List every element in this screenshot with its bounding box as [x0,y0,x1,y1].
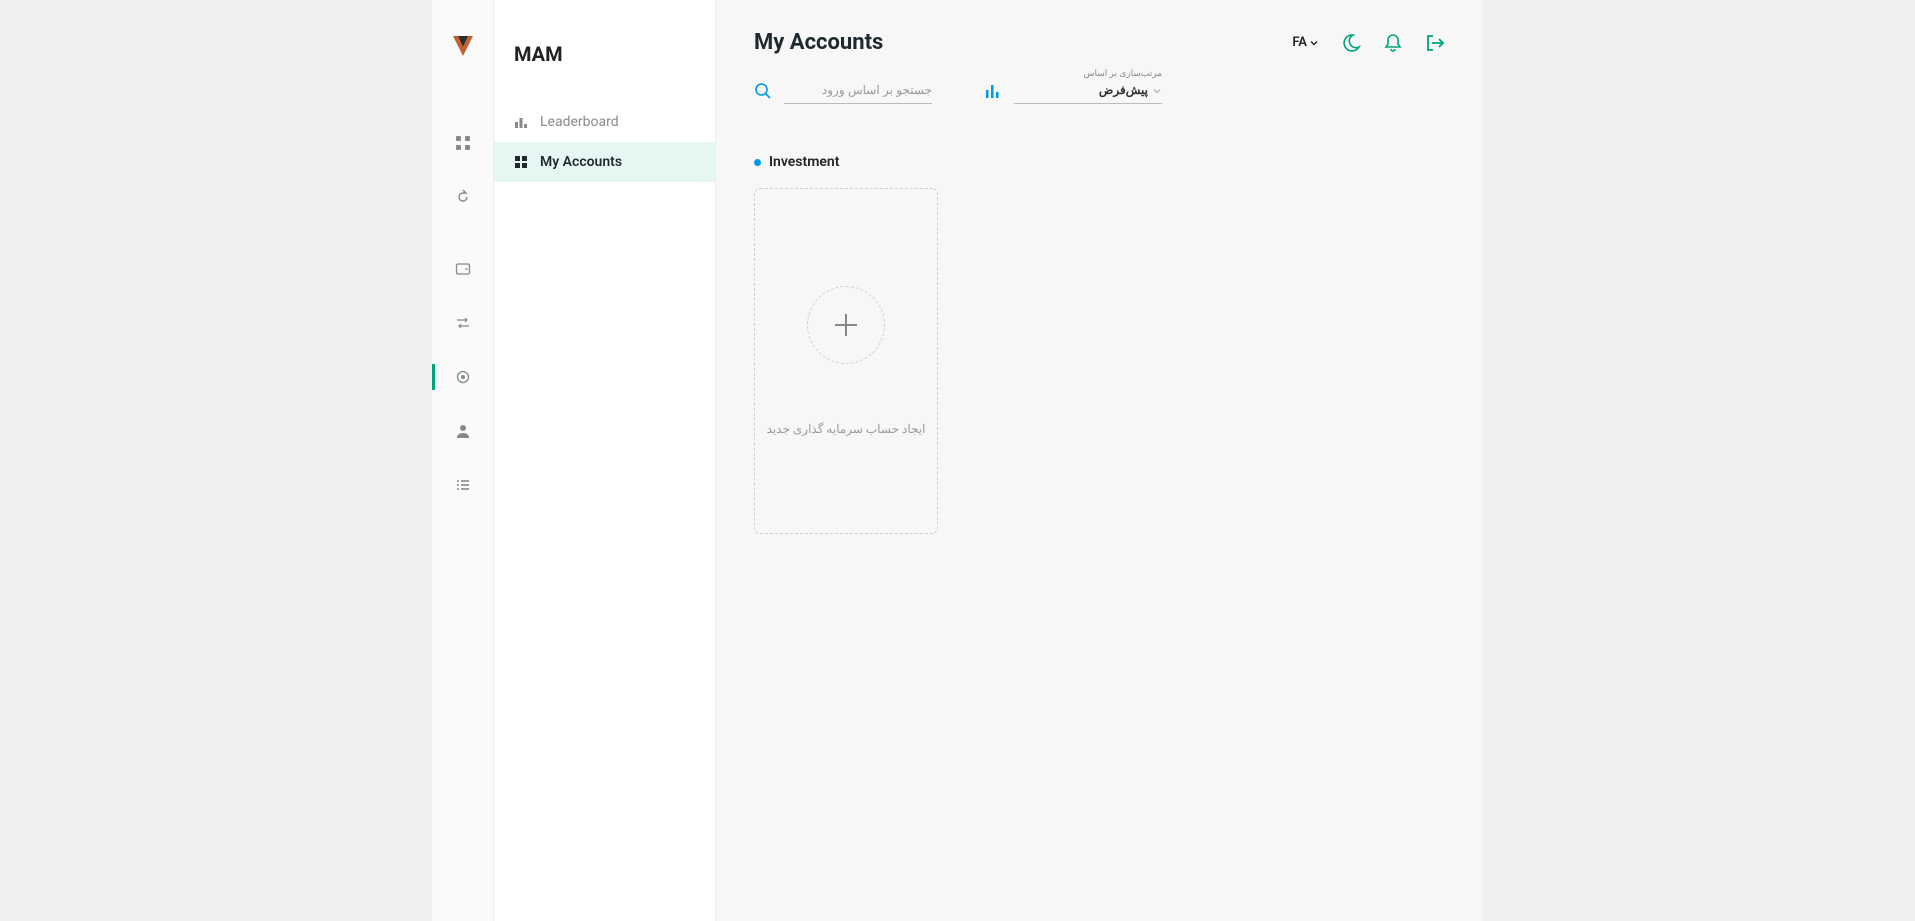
top-actions: FA [1292,33,1445,53]
moon-icon[interactable] [1341,33,1361,53]
sidebar-item-label: My Accounts [540,154,622,170]
grid-icon [455,135,471,151]
plus-circle [807,286,885,364]
icon-rail [432,0,494,921]
main-content: My Accounts FA مرتب‌سا [716,0,1483,921]
language-switcher[interactable]: FA [1292,35,1319,50]
rail-item-transfer[interactable] [432,296,494,350]
side-panel-title: MAM [494,34,715,102]
sort-label: مرتب‌سازی بر اساس [1083,69,1162,79]
rail-item-dashboard[interactable] [432,116,494,170]
sidebar-item-leaderboard[interactable]: Leaderboard [494,102,715,142]
leaderboard-icon [514,115,528,129]
sidebar-item-label: Leaderboard [540,114,619,130]
brand-logo [451,34,475,58]
section-dot [754,159,761,166]
gear-badge-icon [455,369,471,385]
sort-select[interactable]: پیش‌فرض [1014,79,1162,104]
sort-block: مرتب‌سازی بر اساس پیش‌فرض [984,79,1162,104]
logout-icon[interactable] [1425,33,1445,53]
plus-icon [831,310,861,340]
section-header-investment: Investment [754,154,1445,170]
chevron-down-icon [1309,38,1319,48]
side-panel: MAM Leaderboard My Accounts [494,0,716,921]
rail-item-profile[interactable] [432,404,494,458]
rail-item-wallet[interactable] [432,242,494,296]
wallet-icon [455,261,471,277]
filters-row: مرتب‌سازی بر اساس پیش‌فرض [754,79,1445,104]
cycle-icon [455,189,471,205]
page-title: My Accounts [754,30,883,55]
language-label: FA [1292,35,1307,50]
rail-item-mam[interactable] [432,350,494,404]
topbar: My Accounts FA [754,30,1445,55]
search-icon [754,82,772,100]
sidebar-item-my-accounts[interactable]: My Accounts [494,142,715,182]
rail-item-cycle[interactable] [432,170,494,224]
grid-small-icon [514,155,528,169]
transfer-icon [455,315,471,331]
person-icon [455,423,471,439]
card-grid: ایجاد حساب سرمایه گذاری جدید [754,188,1445,534]
bars-icon [984,82,1002,100]
bell-icon[interactable] [1383,33,1403,53]
search-block [754,79,932,104]
search-input[interactable] [784,79,932,104]
add-investment-card[interactable]: ایجاد حساب سرمایه گذاری جدید [754,188,938,534]
rail-item-list[interactable] [432,458,494,512]
add-card-label: ایجاد حساب سرمایه گذاری جدید [767,422,926,436]
section-title: Investment [769,154,839,170]
list-icon [455,477,471,493]
